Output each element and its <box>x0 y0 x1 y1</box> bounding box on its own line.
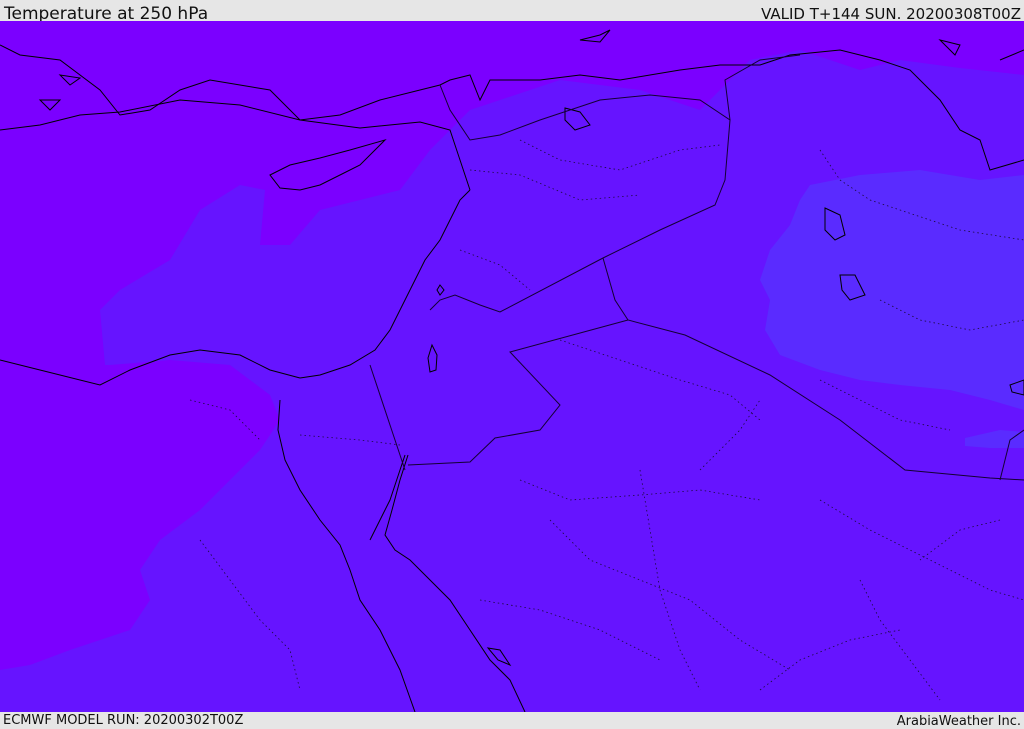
credit-label: ArabiaWeather Inc. <box>896 714 1021 729</box>
footer-bar: ECMWF MODEL RUN: 20200302T00Z ArabiaWeat… <box>0 712 1024 729</box>
weather-map <box>0 21 1024 712</box>
header-bar: Temperature at 250 hPa VALID T+144 SUN. … <box>0 0 1024 24</box>
model-run-label: ECMWF MODEL RUN: 20200302T00Z <box>3 713 244 728</box>
